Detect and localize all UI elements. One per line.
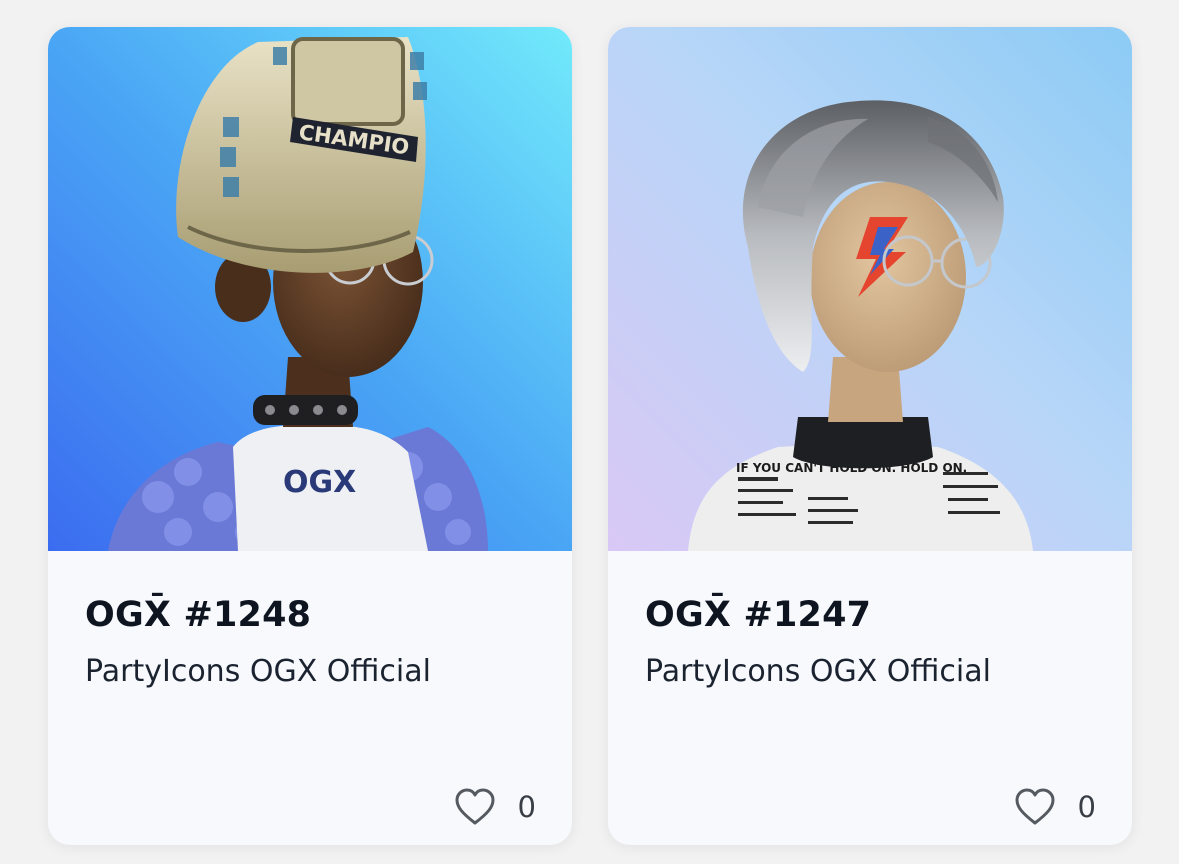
avatar-illustration: OGX CHAMPIO bbox=[48, 27, 572, 551]
svg-text:OGX: OGX bbox=[283, 465, 356, 500]
collection-name[interactable]: PartyIcons OGX Official bbox=[645, 654, 991, 689]
heart-outline-icon[interactable] bbox=[1014, 788, 1056, 826]
nft-title[interactable]: OGX̄ #1248 bbox=[85, 595, 311, 635]
like-count: 0 bbox=[517, 790, 536, 824]
nft-card[interactable]: IF YOU CAN'T HOLD ON. HOLD ON. OGX̄ #124… bbox=[608, 27, 1132, 845]
nft-image[interactable]: IF YOU CAN'T HOLD ON. HOLD ON. bbox=[608, 27, 1132, 551]
avatar-illustration: IF YOU CAN'T HOLD ON. HOLD ON. bbox=[608, 27, 1132, 551]
card-body: OGX̄ #1248 PartyIcons OGX Official 0 bbox=[48, 551, 572, 845]
nft-card-grid: OGX CHAMPIO OGX̄ #1248 PartyIcons OGX Of… bbox=[0, 0, 1179, 864]
card-body: OGX̄ #1247 PartyIcons OGX Official 0 bbox=[608, 551, 1132, 845]
collection-name[interactable]: PartyIcons OGX Official bbox=[85, 654, 431, 689]
like-control[interactable]: 0 bbox=[454, 788, 536, 826]
nft-image[interactable]: OGX CHAMPIO bbox=[48, 27, 572, 551]
heart-outline-icon[interactable] bbox=[454, 788, 496, 826]
nft-title[interactable]: OGX̄ #1247 bbox=[645, 595, 871, 635]
like-control[interactable]: 0 bbox=[1014, 788, 1096, 826]
like-count: 0 bbox=[1077, 790, 1096, 824]
nft-card[interactable]: OGX CHAMPIO OGX̄ #1248 PartyIcons OGX Of… bbox=[48, 27, 572, 845]
